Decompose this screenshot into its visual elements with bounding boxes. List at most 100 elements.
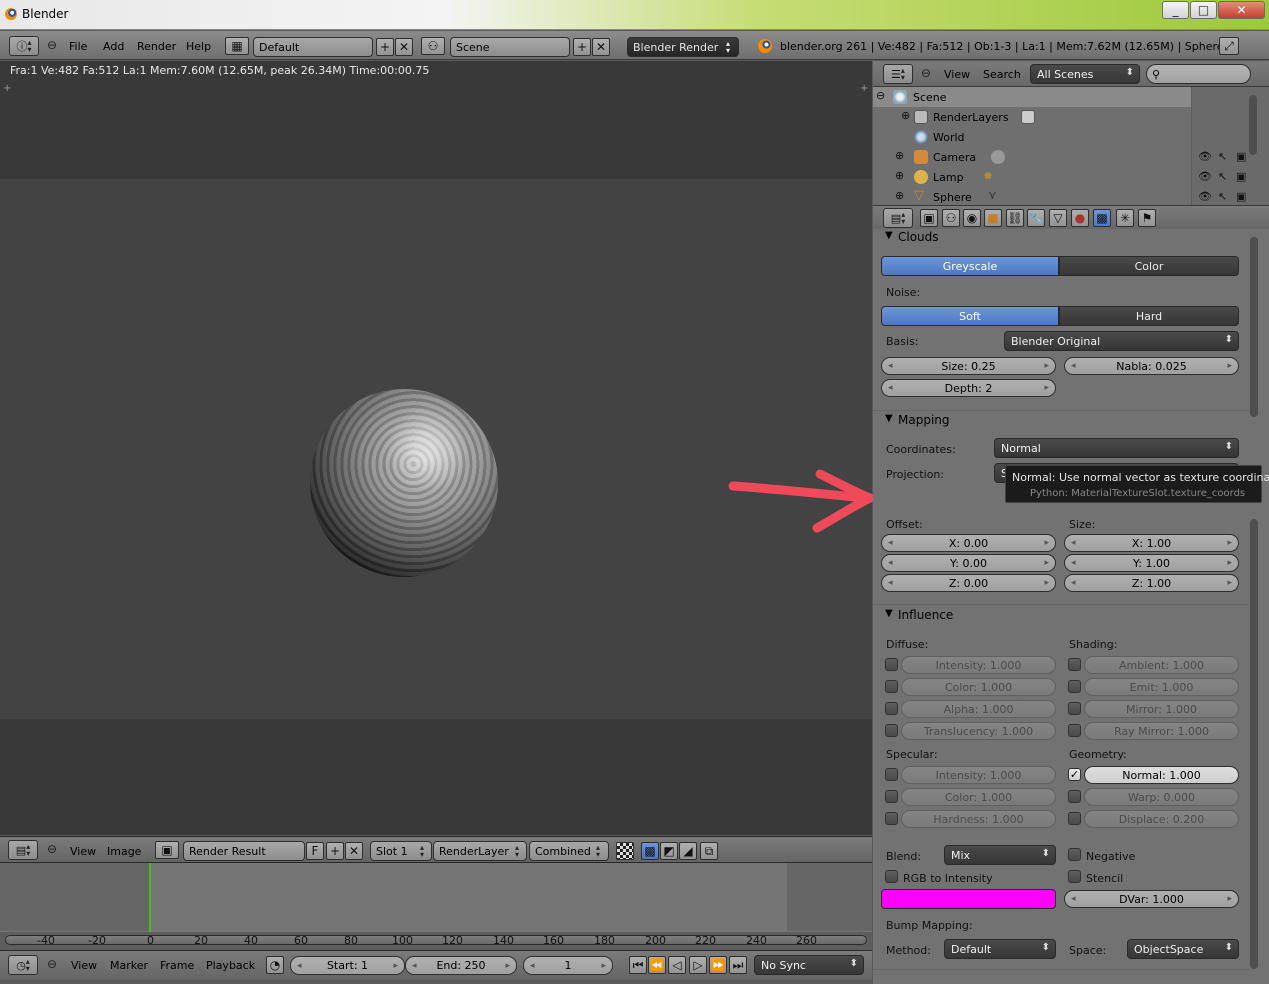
specular-color-field[interactable]: Color: 1.000 [901,788,1056,806]
menu-frame[interactable]: Frame [160,959,194,972]
normal-checkbox[interactable]: ✓ [1068,768,1081,781]
scene-tab-icon[interactable]: ⚇ [942,209,960,227]
tree-item-lamp[interactable]: ⊕ Lamp ✹ [873,167,1191,187]
texture-color-swatch[interactable] [881,889,1056,909]
end-frame-field[interactable]: End: 250 [405,956,517,975]
mirror-field[interactable]: Mirror: 1.000 [1084,700,1239,718]
hardness-field[interactable]: Hardness: 1.000 [901,810,1056,828]
specular-color-checkbox[interactable] [885,790,898,803]
remove-layout-icon[interactable]: ✕ [395,38,413,56]
greyscale-toggle[interactable]: Greyscale [881,256,1059,276]
properties-scrollbar[interactable] [1250,519,1258,969]
jump-keyframe-back-icon[interactable]: ⏪ [648,956,666,974]
specular-intensity-field[interactable]: Intensity: 1.000 [901,766,1056,784]
renderability-camera-icon[interactable]: ▣ [1236,170,1246,183]
diffuse-color-checkbox[interactable] [885,680,898,693]
offset-x-field[interactable]: X: 0.00 [881,534,1056,552]
nabla-field[interactable]: Nabla: 0.025 [1064,357,1239,375]
menu-view[interactable]: View [70,845,96,858]
copy-image-icon[interactable]: ⧉ [700,842,718,860]
object-tab-icon[interactable]: ■ [984,209,1002,227]
render-tab-icon[interactable]: ▣ [920,209,938,227]
add-scene-icon[interactable]: + [573,38,591,56]
new-image-icon[interactable]: + [326,842,344,860]
texture-coordinates-select[interactable]: Normal [994,438,1239,458]
collapse-triangle-icon[interactable]: ▼ [885,608,893,619]
fullscreen-icon[interactable]: ⤢ [1219,37,1239,55]
timeline-area[interactable] [0,863,872,933]
jump-end-icon[interactable]: ⏭ [729,956,747,974]
offset-y-field[interactable]: Y: 0.00 [881,554,1056,572]
menu-render[interactable]: Render [137,40,176,53]
expand-icon[interactable]: ⊕ [895,149,904,162]
expand-icon[interactable]: ⊕ [895,169,904,182]
ray-mirror-checkbox[interactable] [1068,724,1081,737]
menu-marker[interactable]: Marker [110,959,148,972]
noise-depth-field[interactable]: Depth: 2 [881,379,1056,397]
diffuse-intensity-checkbox[interactable] [885,658,898,671]
pin-display-icon[interactable]: ◩ [660,842,678,860]
displace-checkbox[interactable] [1068,812,1081,825]
noise-size-field[interactable]: Size: 0.25 [881,357,1056,375]
menu-help[interactable]: Help [186,40,211,53]
visibility-eye-icon[interactable]: 👁 [1198,150,1212,163]
play-reverse-icon[interactable]: ◁ [668,956,686,974]
displace-field[interactable]: Displace: 0.200 [1084,810,1239,828]
warp-field[interactable]: Warp: 0.000 [1084,788,1239,806]
menu-search[interactable]: Search [983,68,1021,81]
tree-item-world[interactable]: World [873,127,1191,147]
tree-item-camera[interactable]: ⊕ Camera [873,147,1191,167]
jump-keyframe-forward-icon[interactable]: ⏩ [709,956,727,974]
data-tab-icon[interactable]: ▽ [1049,209,1067,227]
maximize-button[interactable]: □ [1190,1,1217,19]
diffuse-intensity-field[interactable]: Intensity: 1.000 [901,656,1056,674]
current-frame-field[interactable]: 1 [523,956,613,975]
emit-field[interactable]: Emit: 1.000 [1084,678,1239,696]
collapse-menu-icon[interactable]: ⊖ [47,842,57,856]
translucency-checkbox[interactable] [885,724,898,737]
world-tab-icon[interactable]: ◉ [963,209,981,227]
renderability-camera-icon[interactable]: ▣ [1236,190,1246,203]
outliner-tree[interactable]: ⊖ Scene ⊕ RenderLayers World ⊕ Camera ⊕ … [873,87,1269,205]
color-toggle[interactable]: Color [1059,256,1239,276]
texture-tab-icon[interactable]: ▩ [1093,209,1111,227]
menu-view[interactable]: View [944,68,970,81]
influence-panel-header[interactable]: ▼ Influence [873,604,1249,624]
menu-add[interactable]: Add [103,40,124,53]
outliner-search-input[interactable]: ⚲ [1146,64,1251,84]
editor-type-info-icon[interactable]: ⓘ ▴ ▾ [9,36,39,56]
use-preview-range-icon[interactable]: ◔ [266,956,284,974]
tree-item-scene[interactable]: ⊖ Scene [873,87,1191,107]
ambient-checkbox[interactable] [1068,658,1081,671]
normal-influence-field[interactable]: Normal: 1.000 [1084,766,1239,784]
modifiers-tab-icon[interactable]: 🔧 [1027,209,1045,227]
tree-item-sphere[interactable]: ⊕ ▽ Sphere ⋎ [873,187,1191,205]
renderability-camera-icon[interactable]: ▣ [1236,150,1246,163]
outliner-scrollbar[interactable] [1249,95,1257,155]
constraints-tab-icon[interactable]: ⛓ [1006,209,1024,227]
hardness-checkbox[interactable] [885,812,898,825]
alpha-field[interactable]: Alpha: 1.000 [901,700,1056,718]
size-y-field[interactable]: Y: 1.00 [1064,554,1239,572]
negative-checkbox[interactable] [1068,848,1081,861]
expand-icon[interactable]: ⊕ [895,189,904,202]
unlink-image-icon[interactable]: ✕ [345,842,363,860]
checker-display-icon[interactable]: ▩ [641,842,659,860]
ambient-field[interactable]: Ambient: 1.000 [1084,656,1239,674]
hard-noise-toggle[interactable]: Hard [1059,306,1239,326]
area-split-corner-icon[interactable]: + [3,83,11,94]
particles-tab-icon[interactable]: ✳ [1116,209,1134,227]
jump-start-icon[interactable]: ⏮ [629,956,647,974]
image-browse-icon[interactable]: ▣ [155,841,179,859]
remove-scene-icon[interactable]: ✕ [592,38,610,56]
draw-alpha-icon[interactable] [616,842,634,860]
alpha-checkbox[interactable] [885,702,898,715]
selectability-cursor-icon[interactable]: ↖ [1218,170,1227,183]
selectability-cursor-icon[interactable]: ↖ [1218,150,1227,163]
noise-basis-select[interactable]: Blender Original [1004,331,1239,351]
rgb-to-intensity-checkbox[interactable] [885,870,898,883]
scene-icon[interactable]: ⚇ [421,37,445,55]
translucency-field[interactable]: Translucency: 1.000 [901,722,1056,740]
visibility-eye-icon[interactable]: 👁 [1198,190,1212,203]
warp-checkbox[interactable] [1068,790,1081,803]
